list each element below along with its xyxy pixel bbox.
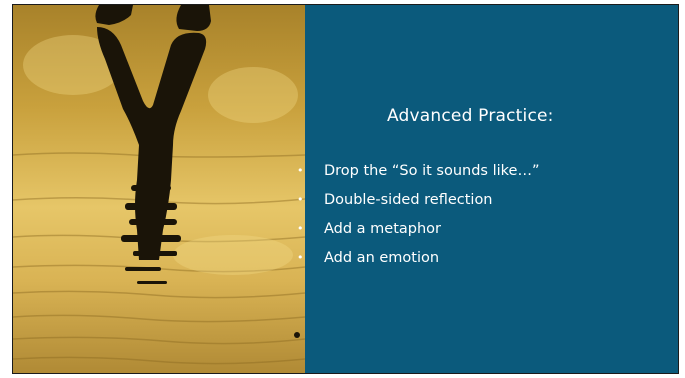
bullet-text: Double-sided reflection: [324, 192, 493, 208]
bullet-glyph: •: [297, 164, 304, 177]
bullet-text: Add a metaphor: [324, 221, 442, 237]
bullet-glyph: •: [297, 193, 304, 206]
bullet-item: • Double-sided reflection: [294, 190, 539, 219]
bullet-list: • Drop the “So it sounds like…” • Double…: [294, 161, 539, 277]
bullet-text: Drop the “So it sounds like…”: [324, 163, 540, 179]
bullet-item: • Add an emotion: [294, 248, 539, 277]
silhouette-reflection-photo: [13, 5, 305, 373]
bullet-glyph: •: [297, 222, 304, 235]
bullet-glyph: •: [297, 251, 304, 264]
reflection-illustration: [13, 5, 305, 365]
slide-title: Advanced Practice:: [387, 106, 554, 126]
bullet-item: • Add a metaphor: [294, 219, 539, 248]
bullet-item: • Drop the “So it sounds like…”: [294, 161, 539, 190]
bullet-text: Add an emotion: [324, 250, 440, 266]
